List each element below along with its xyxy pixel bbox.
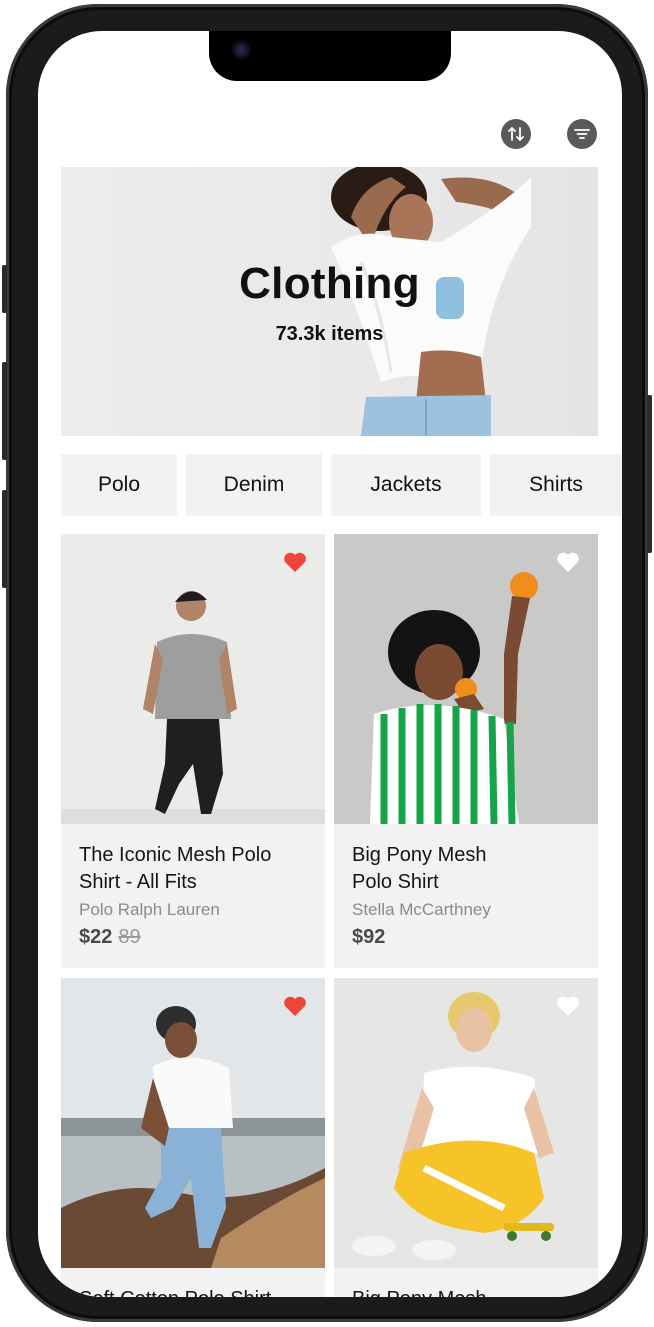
- product-title: Soft Cotton Polo Shirt: [79, 1286, 315, 1297]
- product-card[interactable]: Big Pony Mesh Polo Shirt Stella McCarthn…: [334, 534, 598, 968]
- filter-button[interactable]: [567, 119, 597, 149]
- chip-shirts[interactable]: Shirts: [490, 454, 622, 516]
- product-image: [61, 978, 325, 1268]
- product-price: $92: [352, 926, 385, 949]
- favorite-heart-icon[interactable]: [556, 551, 580, 573]
- chip-jackets[interactable]: Jackets: [331, 454, 481, 516]
- product-image: [334, 978, 598, 1268]
- chip-denim[interactable]: Denim: [186, 454, 322, 516]
- category-chips: Polo Denim Jackets Shirts: [61, 454, 622, 516]
- mute-switch: [2, 265, 7, 313]
- current-price: $92: [352, 926, 386, 948]
- current-price: $22: [79, 926, 113, 948]
- original-price: 89: [118, 926, 141, 948]
- product-card[interactable]: The Iconic Mesh Polo Shirt - All Fits Po…: [61, 534, 325, 968]
- product-card[interactable]: Big Pony Mesh: [334, 978, 598, 1297]
- favorite-heart-icon[interactable]: [556, 995, 580, 1017]
- product-card[interactable]: Soft Cotton Polo Shirt: [61, 978, 325, 1297]
- product-price: $22 89: [79, 926, 141, 949]
- product-image: [61, 534, 325, 824]
- top-toolbar: [38, 115, 622, 155]
- favorite-heart-icon[interactable]: [283, 995, 307, 1017]
- sort-button[interactable]: [501, 119, 531, 149]
- favorite-heart-icon[interactable]: [283, 551, 307, 573]
- volume-up-button: [2, 362, 7, 460]
- product-brand: Polo Ralph Lauren: [79, 900, 220, 919]
- volume-down-button: [2, 490, 7, 588]
- chip-polo[interactable]: Polo: [61, 454, 177, 516]
- category-hero-banner[interactable]: Clothing 73.3k items: [61, 167, 598, 436]
- front-camera: [231, 40, 251, 60]
- product-title: The Iconic Mesh Polo Shirt - All Fits: [79, 844, 272, 893]
- product-title: Big Pony Mesh: [352, 1286, 588, 1297]
- power-button: [647, 395, 652, 553]
- app-screen: Clothing 73.3k items Polo Denim Jackets …: [38, 31, 622, 1297]
- product-title: Big Pony Mesh Polo Shirt: [352, 844, 487, 893]
- product-image: [334, 534, 598, 824]
- product-brand: Stella McCarthney: [352, 900, 491, 919]
- sort-arrows-icon: [508, 127, 524, 141]
- filter-icon: [574, 129, 590, 139]
- notch: [209, 31, 451, 81]
- category-title: Clothing: [239, 259, 420, 308]
- item-count: 73.3k items: [275, 323, 384, 345]
